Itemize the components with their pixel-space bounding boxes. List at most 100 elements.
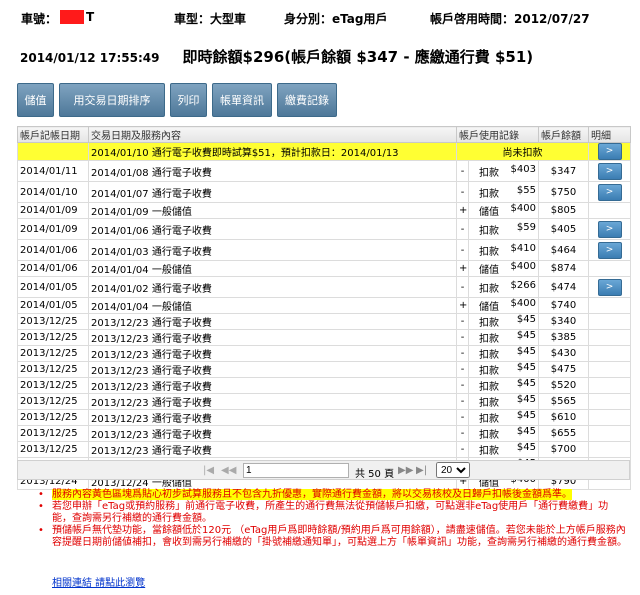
entry-amount: $403 — [510, 163, 536, 175]
sign-cell: - — [456, 181, 469, 203]
entry-type: 扣款 — [479, 225, 499, 237]
posting-date-cell: 2014/01/11 — [17, 160, 89, 182]
entry-amount: $45 — [516, 314, 536, 326]
entry-amount: $45 — [516, 410, 536, 422]
entry-amount: $45 — [516, 426, 536, 438]
notice-text-2: 若您申辦「eTag或預約服務」前通行電子收費，所產生的通行費無法從預儲帳戶扣繳，… — [52, 501, 609, 524]
balance-cell: $610 — [538, 409, 589, 426]
entry-type: 扣款 — [479, 350, 499, 361]
table-row: 2013/12/25 2013/12/23 通行電子收費 - 扣款 $45 $520 — [17, 377, 631, 394]
type-amount-cell: 扣款 $45 — [468, 441, 539, 458]
col-transaction-desc[interactable]: 交易日期及服務內容 — [88, 126, 457, 143]
sign-cell: + — [456, 297, 469, 314]
next-page-button[interactable]: ▶▶ — [398, 465, 413, 476]
table-row: 2014/01/06 2014/01/04 一般儲值 + 儲值 $400 $874 — [17, 260, 631, 277]
billing-info-button[interactable]: 帳單資訊 — [212, 83, 272, 117]
posting-date-cell: 2013/12/25 — [17, 409, 89, 426]
sign-cell: - — [456, 425, 469, 442]
vehicle-type: 車型：大型車 — [174, 12, 247, 26]
detail-cell — [588, 409, 631, 426]
posting-date-cell: 2014/01/10 — [17, 181, 89, 203]
balance-timestamp: 2014/01/12 17:55:49 — [20, 51, 160, 65]
type-amount-cell: 儲值 $400 — [468, 202, 539, 219]
balance-cell: $565 — [538, 393, 589, 410]
row-detail-button[interactable]: > — [597, 183, 622, 201]
table-row: 2013/12/25 2013/12/23 通行電子收費 - 扣款 $45 $430 — [17, 345, 631, 362]
plate-suffix: T — [86, 10, 95, 24]
activation-date: 帳戶啓用時間：2012/07/27 — [430, 12, 590, 26]
detail-cell — [588, 441, 631, 458]
col-posting-date[interactable]: 帳戶記帳日期 — [17, 126, 89, 143]
table-row: 2013/12/25 2013/12/23 通行電子收費 - 扣款 $45 $700 — [17, 441, 631, 458]
detail-cell — [588, 202, 631, 219]
row-detail-button[interactable]: > — [597, 278, 622, 296]
col-usage-record[interactable]: 帳戶使用記錄 — [456, 126, 539, 143]
entry-amount: $45 — [516, 442, 536, 454]
col-detail[interactable]: 明細 — [588, 126, 631, 143]
type-amount-cell: 扣款 $45 — [468, 393, 539, 410]
notice-text-1: 服務內容黃色區塊爲貼心初步試算服務且不包含九折優惠，實際通行費金額，將以交易核校… — [52, 489, 572, 500]
posting-date-cell: 2014/01/09 — [17, 218, 89, 240]
balance-cell: $430 — [538, 345, 589, 362]
sign-cell: - — [456, 276, 469, 298]
description-cell: 2014/01/02 通行電子收費 — [88, 276, 457, 298]
type-amount-cell: 扣款 $266 — [468, 276, 539, 298]
detail-cell — [588, 329, 631, 346]
print-button[interactable]: 列印 — [170, 83, 207, 117]
balance-cell: $750 — [538, 181, 589, 203]
notice-item-3: • 預儲帳戶無代墊功能，當餘額低於120元 （eTag用戶爲即時餘額/預約用戶爲可… — [38, 525, 627, 548]
first-page-button[interactable]: |◀ — [203, 465, 214, 476]
type-amount-cell: 儲值 $400 — [468, 297, 539, 314]
topup-button[interactable]: 儲值 — [17, 83, 54, 117]
balance-cell: $347 — [538, 160, 589, 182]
posting-date-cell: 2014/01/06 — [17, 239, 89, 261]
posting-date-cell: 2013/12/25 — [17, 393, 89, 410]
pagination-bar: |◀ ◀◀ 共 50 頁 ▶▶ ▶| 20 — [17, 460, 630, 480]
pending-detail-button[interactable]: > — [597, 143, 622, 160]
col-balance[interactable]: 帳戶餘額 — [538, 126, 589, 143]
posting-date-cell: 2014/01/09 — [17, 202, 89, 219]
type-amount-cell: 扣款 $59 — [468, 218, 539, 240]
detail-cell — [588, 345, 631, 362]
notice-item-2: • 若您申辦「eTag或預約服務」前通行電子收費，所產生的通行費無法從預儲帳戶扣繳… — [38, 501, 609, 524]
entry-amount: $45 — [516, 362, 536, 374]
entry-type: 扣款 — [479, 334, 499, 345]
pending-charge-row: 2014/01/10 通行電子收費即時試算$51，預計扣款日：2014/01/1… — [17, 142, 631, 161]
detail-cell: > — [588, 181, 631, 203]
row-detail-button[interactable]: > — [597, 162, 622, 180]
type-amount-cell: 扣款 $45 — [468, 345, 539, 362]
description-cell: 2013/12/23 通行電子收費 — [88, 409, 457, 426]
table-row: 2014/01/09 2014/01/06 通行電子收費 - 扣款 $59 $405 > — [17, 218, 631, 240]
entry-type: 扣款 — [479, 283, 499, 295]
entry-type: 扣款 — [479, 188, 499, 200]
description-cell: 2013/12/23 通行電子收費 — [88, 425, 457, 442]
sort-by-date-button[interactable]: 用交易日期排序 — [59, 83, 165, 117]
row-detail-button[interactable]: > — [597, 220, 622, 238]
plate-redaction — [60, 10, 84, 24]
row-detail-button[interactable]: > — [597, 241, 622, 259]
entry-amount: $45 — [516, 378, 536, 390]
table-header-row: 帳戶記帳日期 交易日期及服務內容 帳戶使用記錄 帳戶餘額 明細 — [17, 126, 631, 143]
prev-page-button[interactable]: ◀◀ — [221, 465, 236, 476]
table-row: 2014/01/10 2014/01/07 通行電子收費 - 扣款 $55 $750 > — [17, 181, 631, 203]
sign-cell: - — [456, 329, 469, 346]
page-size-select[interactable]: 20 — [436, 462, 470, 478]
detail-cell — [588, 361, 631, 378]
related-links[interactable]: 相關連結 請點此瀏覽 — [52, 574, 145, 589]
type-amount-cell: 扣款 $45 — [468, 329, 539, 346]
payment-records-button[interactable]: 繳費記錄 — [277, 83, 337, 117]
posting-date-cell: 2014/01/05 — [17, 276, 89, 298]
detail-cell — [588, 313, 631, 330]
posting-date-cell: 2014/01/05 — [17, 297, 89, 314]
entry-amount: $59 — [516, 221, 536, 233]
posting-date-cell: 2013/12/25 — [17, 441, 89, 458]
balance-cell: $655 — [538, 425, 589, 442]
pending-detail-cell: > — [588, 142, 631, 161]
balance-cell: $874 — [538, 260, 589, 277]
entry-amount: $410 — [510, 242, 536, 254]
description-cell: 2014/01/07 通行電子收費 — [88, 181, 457, 203]
notice-text-3: 預儲帳戶無代墊功能，當餘額低於120元 （eTag用戶爲即時餘額/預約用戶爲可用… — [52, 525, 627, 548]
last-page-button[interactable]: ▶| — [416, 465, 427, 476]
page-number-input[interactable] — [243, 463, 349, 478]
balance-cell: $474 — [538, 276, 589, 298]
